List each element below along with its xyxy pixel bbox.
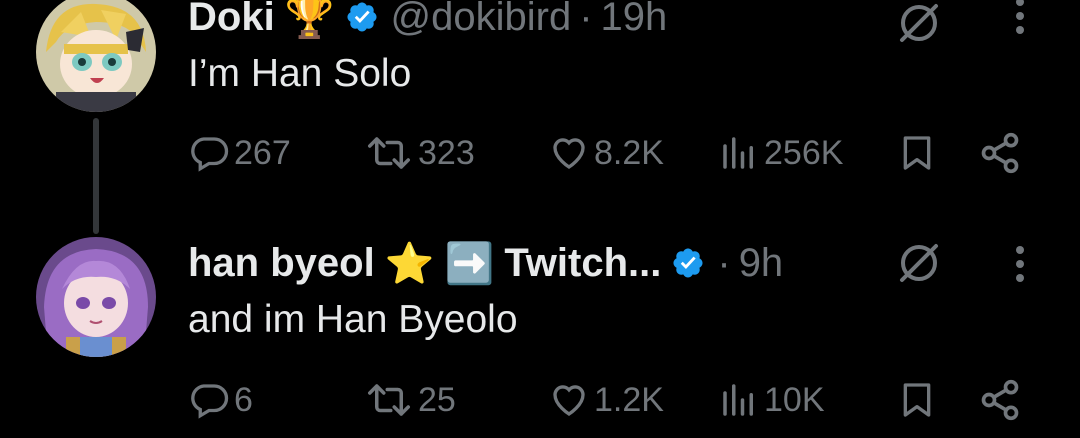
heart-icon	[553, 385, 585, 416]
heart-icon	[553, 138, 585, 169]
separator: ·	[717, 240, 731, 285]
bookmark-button[interactable]	[897, 375, 941, 425]
grok-icon[interactable]	[896, 240, 942, 286]
trophy-emoji: 🏆	[284, 0, 335, 40]
reply-button[interactable]: 6	[188, 375, 253, 425]
tweet[interactable]: Doki 🏆 @dokibird · 19h I’m Han Solo 267 …	[0, 0, 1080, 234]
display-name-suffix[interactable]: Twitch...	[504, 241, 661, 286]
share-icon	[981, 379, 1019, 421]
display-name[interactable]: Doki	[188, 0, 275, 40]
views-button[interactable]: 256K	[718, 128, 843, 178]
timestamp[interactable]: 9h	[739, 241, 784, 286]
tweet-header: Doki 🏆 @dokibird · 19h	[188, 0, 667, 42]
reply-count: 6	[234, 380, 253, 419]
arrow-emoji: ➡️	[444, 241, 495, 286]
like-count: 8.2K	[594, 133, 664, 172]
repost-button[interactable]: 323	[364, 128, 475, 178]
bookmark-button[interactable]	[897, 128, 941, 178]
like-count: 1.2K	[594, 380, 664, 419]
share-button[interactable]	[978, 375, 1026, 425]
view-count: 10K	[764, 380, 825, 419]
avatar[interactable]	[36, 237, 156, 357]
bookmark-icon	[903, 136, 931, 170]
reply-icon	[191, 137, 229, 172]
reply-icon	[191, 384, 229, 419]
display-name[interactable]: han byeol	[188, 241, 375, 286]
share-button[interactable]	[978, 128, 1026, 178]
separator: ·	[579, 0, 593, 39]
action-bar: 6 25 1.2K 10K	[0, 375, 1080, 425]
view-count: 256K	[764, 133, 844, 172]
repost-icon	[368, 384, 410, 416]
like-button[interactable]: 8.2K	[548, 128, 664, 178]
repost-count: 25	[418, 380, 456, 419]
reply-button[interactable]: 267	[188, 128, 291, 178]
verified-badge-icon	[346, 2, 377, 32]
reply-count: 267	[234, 133, 291, 172]
verified-badge-icon	[673, 248, 703, 278]
like-button[interactable]: 1.2K	[548, 375, 664, 425]
more-icon[interactable]	[1010, 244, 1030, 284]
avatar[interactable]	[36, 0, 156, 112]
views-icon	[723, 384, 753, 416]
tweet-text: and im Han Byeolo	[188, 298, 518, 341]
views-button[interactable]: 10K	[718, 375, 825, 425]
handle[interactable]: @dokibird	[391, 0, 572, 40]
tweet-header: han byeol ⭐ ➡️ Twitch... · 9h	[188, 238, 783, 288]
repost-count: 323	[418, 133, 475, 172]
more-icon[interactable]	[1010, 0, 1030, 36]
grok-icon[interactable]	[896, 0, 942, 46]
timestamp[interactable]: 19h	[601, 0, 668, 40]
tweet-text: I’m Han Solo	[188, 52, 412, 95]
views-icon	[723, 137, 753, 169]
action-bar: 267 323 8.2K 256K	[0, 128, 1080, 178]
star-emoji: ⭐	[384, 241, 435, 286]
repost-icon	[368, 137, 410, 169]
share-icon	[981, 132, 1019, 174]
repost-button[interactable]: 25	[364, 375, 456, 425]
bookmark-icon	[903, 383, 931, 417]
